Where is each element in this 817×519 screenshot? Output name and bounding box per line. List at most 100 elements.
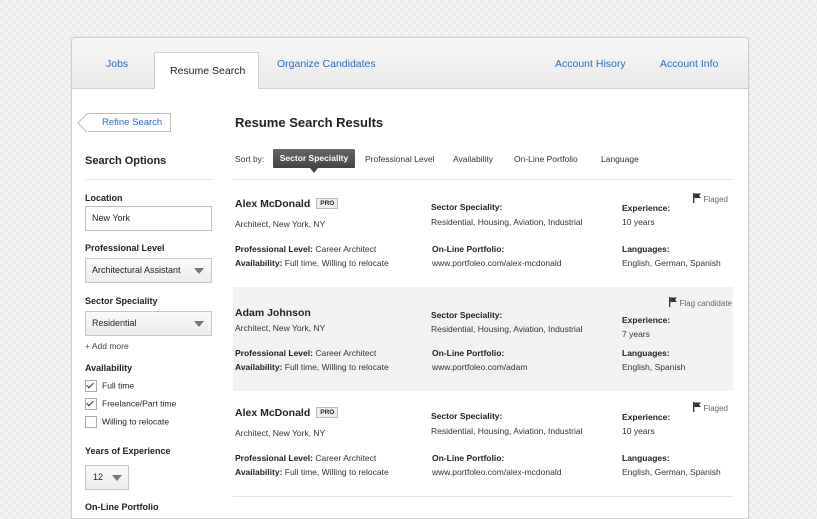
sort-by-label: Sort by: <box>235 154 265 164</box>
experience-value: 10 years <box>622 426 655 436</box>
flag-toggle[interactable]: Flaged <box>692 402 728 413</box>
sort-online-portfolio[interactable]: On-Line Portfolio <box>514 154 578 164</box>
field-value: Career Architect <box>315 348 377 358</box>
pro-badge: PRO <box>316 198 339 209</box>
availability-full-time[interactable]: Full time <box>85 380 134 392</box>
field-label: Professional Level: <box>235 453 313 463</box>
candidate-name-text: Alex McDonald <box>235 198 311 210</box>
tab-organize-candidates[interactable]: Organize Candidates <box>277 58 376 70</box>
experience-label: Experience: <box>622 203 671 213</box>
chevron-down-icon <box>112 475 122 481</box>
professional-level-info: Professional Level: Career Architect <box>235 453 376 463</box>
languages-label: Languages: <box>622 453 670 463</box>
tab-account-info[interactable]: Account Info <box>660 58 718 70</box>
back-arrow-icon <box>77 113 97 133</box>
result-row[interactable]: Adam Johnson Architect, New York, NY Sec… <box>233 287 733 391</box>
sector-speciality-select[interactable]: Residential <box>85 311 212 336</box>
sector-speciality-label: Sector Speciality <box>85 296 158 306</box>
checkbox-checked-icon[interactable] <box>85 380 97 392</box>
languages-value: English, German, Spanish <box>622 467 721 477</box>
chevron-down-icon <box>194 268 204 274</box>
portfolio-link[interactable]: www.portfoleo.com/adam <box>432 362 527 372</box>
portfolio-link[interactable]: www.portfoleo.com/alex-mcdonald <box>432 467 561 477</box>
pro-badge: PRO <box>316 407 339 418</box>
availability-info: Availability: Full time, Willing to relo… <box>235 258 389 268</box>
languages-value: English, German, Spanish <box>622 258 721 268</box>
checkbox-checked-icon[interactable] <box>85 398 97 410</box>
availability-freelance[interactable]: Freelance/Part time <box>85 398 176 410</box>
flag-candidate-button[interactable]: Flag candidate <box>668 297 732 308</box>
flag-icon <box>668 297 677 307</box>
candidate-name-text: Adam Johnson <box>235 307 311 319</box>
professional-level-info: Professional Level: Career Architect <box>235 348 376 358</box>
result-row[interactable]: Alex McDonald PRO Architect, New York, NY… <box>233 392 733 496</box>
availability-label: Availability <box>85 363 133 373</box>
location-input[interactable]: New York <box>85 206 212 231</box>
sort-language[interactable]: Language <box>601 154 639 164</box>
candidate-location: Architect, New York, NY <box>235 428 326 438</box>
experience-value: 10 years <box>622 217 655 227</box>
professional-level-value: Architectural Assistant <box>92 265 181 275</box>
languages-label: Languages: <box>622 244 670 254</box>
checkbox-label: Freelance/Part time <box>102 398 177 409</box>
checkbox-label: Full time <box>102 380 135 391</box>
field-label: Availability: <box>235 467 283 477</box>
experience-label: Experience: <box>622 412 671 422</box>
years-experience-label: Years of Experience <box>85 446 171 456</box>
field-value: Full time, Willing to relocate <box>284 258 389 268</box>
field-label: Professional Level: <box>235 244 313 254</box>
checkbox-label: Willing to relocate <box>102 416 170 427</box>
flag-icon <box>692 402 701 412</box>
candidate-name[interactable]: Alex McDonald PRO <box>235 198 339 210</box>
tab-resume-search[interactable]: Resume Search <box>154 52 259 89</box>
tab-account-history[interactable]: Account Hisory <box>555 58 626 70</box>
divider <box>233 179 733 180</box>
flag-icon <box>692 193 701 203</box>
languages-value: English, Spanish <box>622 362 686 372</box>
candidate-name[interactable]: Alex McDonald PRO <box>235 407 339 419</box>
refine-search-label: Refine Search <box>102 117 163 128</box>
sort-availability[interactable]: Availability <box>453 154 493 164</box>
availability-relocate[interactable]: Willing to relocate <box>85 416 169 428</box>
online-portfolio-label: On-Line Portfolio <box>85 502 159 512</box>
field-label: Availability: <box>235 258 283 268</box>
sector-value: Residential, Housing, Aviation, Industri… <box>431 426 583 436</box>
sort-sector-speciality[interactable]: Sector Speciality <box>273 149 355 173</box>
availability-info: Availability: Full time, Willing to relo… <box>235 467 389 477</box>
years-experience-select[interactable]: 12 <box>85 465 129 490</box>
divider <box>85 179 212 180</box>
divider <box>233 496 733 497</box>
sector-value: Residential, Housing, Aviation, Industri… <box>431 217 583 227</box>
sort-professional-level[interactable]: Professional Level <box>365 154 434 164</box>
search-options-title: Search Options <box>85 155 167 167</box>
tab-jobs[interactable]: Jobs <box>106 58 128 70</box>
availability-info: Availability: Full time, Willing to relo… <box>235 362 389 372</box>
refine-search-button[interactable]: Refine Search <box>77 113 171 133</box>
chevron-down-icon <box>194 321 204 327</box>
field-value: Full time, Willing to relocate <box>284 362 389 372</box>
professional-level-info: Professional Level: Career Architect <box>235 244 376 254</box>
flag-toggle[interactable]: Flaged <box>692 193 728 204</box>
portfolio-link[interactable]: www.portfoleo.com/alex-mcdonald <box>432 258 561 268</box>
flag-label: Flaged <box>703 404 728 413</box>
result-row[interactable]: Alex McDonald PRO Architect, New York, NY… <box>233 183 733 287</box>
portfolio-label: On-Line Portfolio: <box>432 348 505 358</box>
field-value: Career Architect <box>315 244 377 254</box>
experience-label: Experience: <box>622 315 671 325</box>
field-label: Availability: <box>235 362 283 372</box>
languages-label: Languages: <box>622 348 670 358</box>
candidate-location: Architect, New York, NY <box>235 323 326 333</box>
professional-level-select[interactable]: Architectural Assistant <box>85 258 212 283</box>
portfolio-label: On-Line Portfolio: <box>432 244 505 254</box>
add-more-link[interactable]: + Add more <box>85 341 129 351</box>
candidate-name[interactable]: Adam Johnson <box>235 307 311 319</box>
sector-speciality-value: Residential <box>92 318 137 328</box>
field-value: Full time, Willing to relocate <box>284 467 389 477</box>
main-panel: Jobs Resume Search Organize Candidates A… <box>71 37 749 519</box>
page-title: Resume Search Results <box>235 115 384 130</box>
flag-label: Flaged <box>703 195 728 204</box>
top-nav: Jobs Resume Search Organize Candidates A… <box>72 38 748 89</box>
experience-value: 7 years <box>622 329 650 339</box>
checkbox-unchecked-icon[interactable] <box>85 416 97 428</box>
sector-label: Sector Speciality: <box>431 202 503 212</box>
